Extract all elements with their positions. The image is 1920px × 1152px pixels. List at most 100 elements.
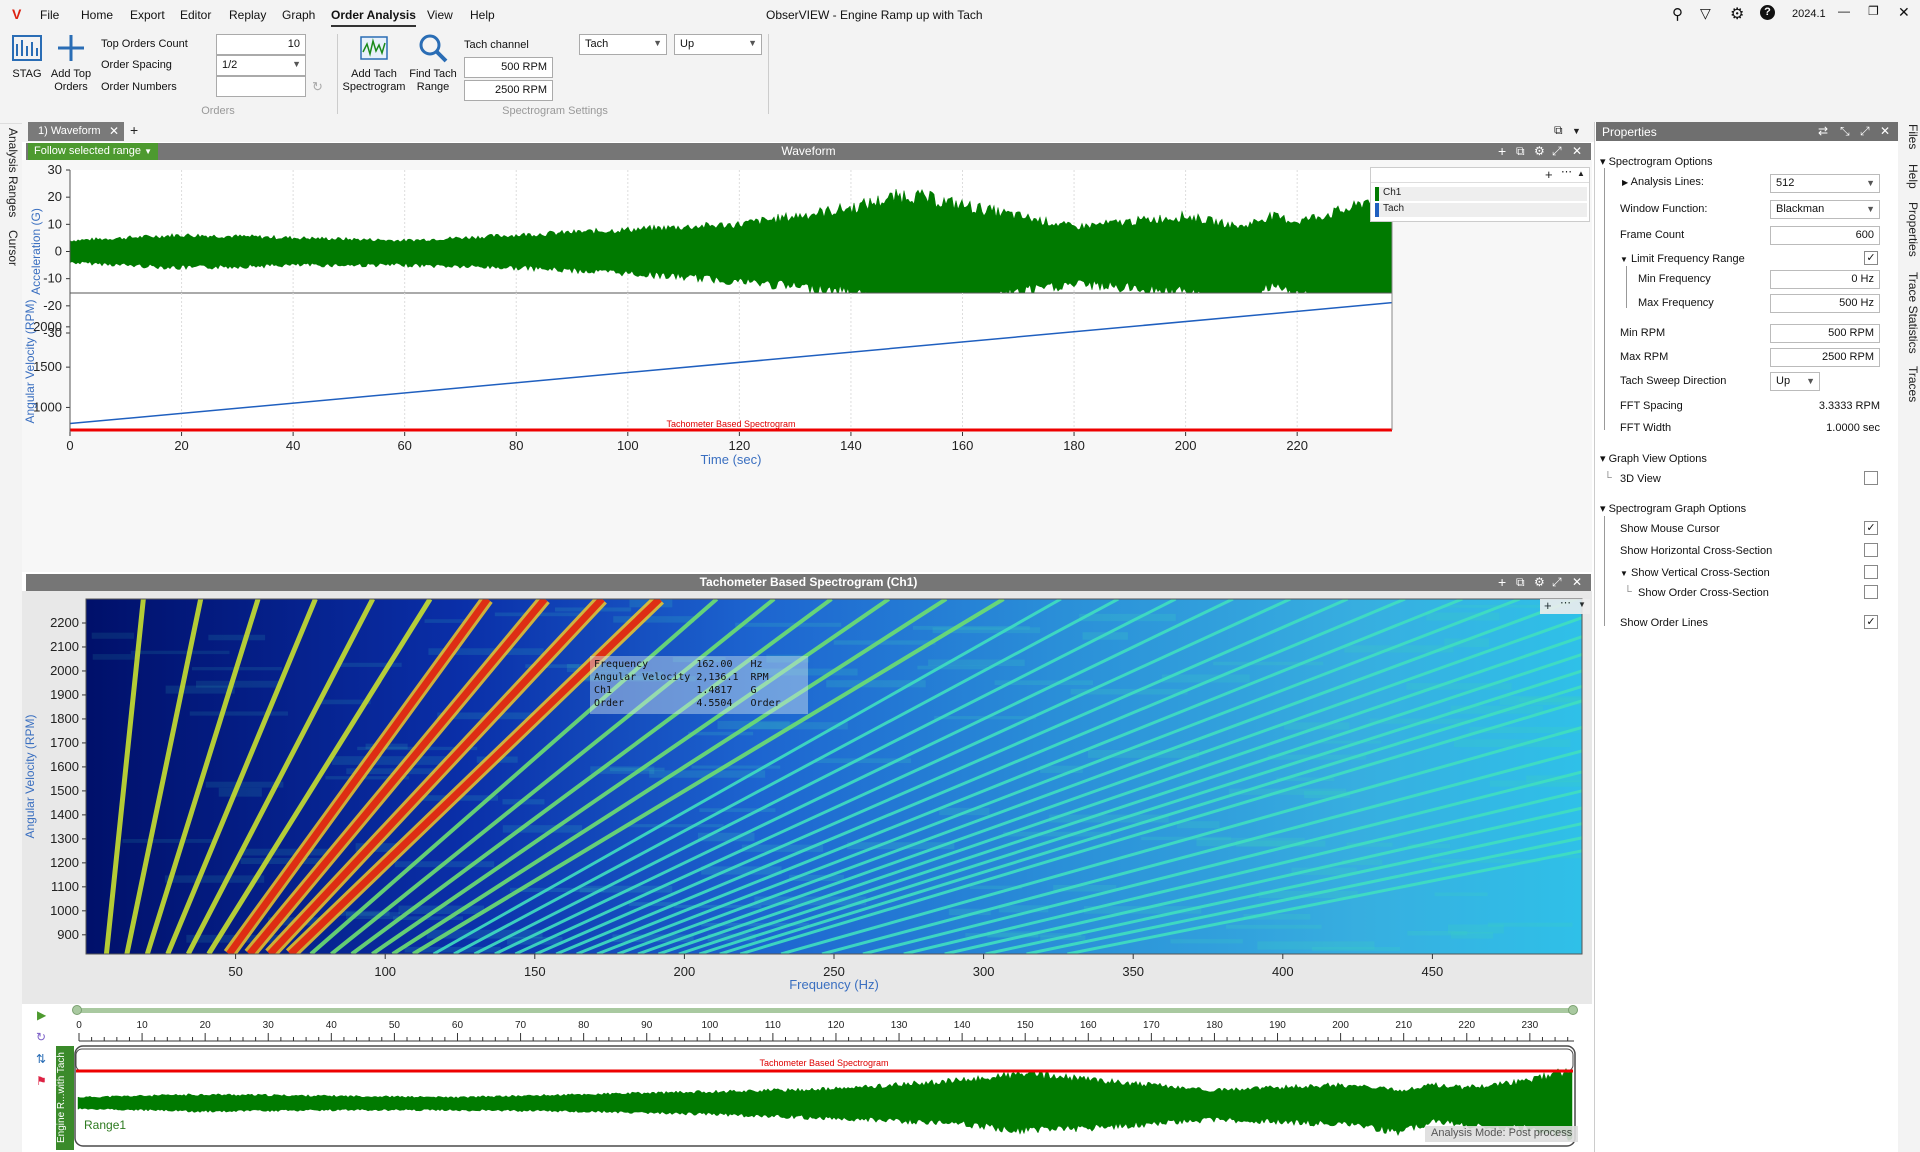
add-icon[interactable]: + xyxy=(1498,144,1506,158)
prop-3d-view-label: 3D View xyxy=(1620,473,1661,485)
section-graph-view-options[interactable]: ▾ Graph View Options xyxy=(1600,452,1707,465)
more-icon[interactable]: ⋯ xyxy=(1561,165,1572,178)
menu-export[interactable]: Export xyxy=(130,8,165,22)
new-window-icon[interactable]: ⧉ xyxy=(1554,123,1563,137)
close-icon[interactable]: ✕ xyxy=(1572,144,1582,158)
close-icon[interactable]: ✕ xyxy=(1880,124,1890,138)
add-icon[interactable]: + xyxy=(1498,575,1506,589)
slider-handle-right[interactable] xyxy=(1568,1005,1578,1015)
orders-group-label: Orders xyxy=(201,105,235,117)
copy-icon[interactable]: ⧉ xyxy=(1516,575,1525,589)
expand-icon[interactable]: ⤢ xyxy=(1552,575,1562,589)
x-tick-label: 20 xyxy=(174,438,188,453)
menu-file[interactable]: File xyxy=(40,8,59,22)
min-freq-input[interactable]: 0 Hz xyxy=(1770,270,1880,289)
frame-count-input[interactable]: 600 xyxy=(1770,226,1880,245)
min-rpm-input[interactable]: 500 RPM xyxy=(464,57,553,78)
legend-item-tach[interactable]: Tach xyxy=(1375,203,1587,217)
add-icon[interactable]: + xyxy=(1545,167,1553,182)
tab-properties[interactable]: Properties xyxy=(1900,202,1920,257)
menu-order-analysis[interactable]: Order Analysis xyxy=(331,8,416,27)
search-icon[interactable]: ⚲ xyxy=(1672,5,1683,23)
find-tach-range-button[interactable]: Find Tach Range xyxy=(408,32,458,94)
markers-icon[interactable]: ⚑ xyxy=(36,1074,47,1088)
gear-icon[interactable]: ⚙ xyxy=(1730,4,1744,24)
section-spectrogram-graph-options[interactable]: ▾ Spectrogram Graph Options xyxy=(1600,502,1746,515)
order-spacing-select[interactable]: 1/2 ▼ xyxy=(216,55,306,76)
menu-replay[interactable]: Replay xyxy=(229,8,266,22)
filter-icon[interactable]: ▽ xyxy=(1700,5,1711,22)
y-tick-label: 1800 xyxy=(50,711,79,726)
copy-icon[interactable]: ⧉ xyxy=(1516,144,1525,158)
tab-cursor[interactable]: Cursor xyxy=(0,230,20,266)
direction-select[interactable]: Up ▼ xyxy=(674,34,762,55)
collapse-icon[interactable]: ⤡ xyxy=(1840,124,1850,139)
show-order-lines-checkbox[interactable]: ✓ xyxy=(1864,615,1878,629)
close-icon[interactable]: ✕ xyxy=(1898,4,1910,21)
max-rpm-input[interactable]: 2500 RPM xyxy=(464,80,553,101)
ruler-label: 70 xyxy=(515,1020,527,1031)
more-icon[interactable]: ⋯ xyxy=(1560,596,1571,609)
show-vcs-checkbox[interactable] xyxy=(1864,565,1878,579)
section-spectrogram-options[interactable]: ▾ Spectrogram Options xyxy=(1600,155,1713,168)
gear-icon[interactable]: ⚙ xyxy=(1534,144,1545,158)
popout-icon[interactable]: ⤢ xyxy=(1860,124,1870,139)
tach-sweep-select[interactable]: Up ▼ xyxy=(1770,372,1820,391)
sync-icon[interactable]: ⇅ xyxy=(36,1052,46,1066)
close-icon[interactable]: ✕ xyxy=(109,124,119,138)
view-3d-checkbox[interactable] xyxy=(1864,471,1878,485)
gear-icon[interactable]: ⚙ xyxy=(1534,575,1545,589)
tach-channel-select[interactable]: Tach ▼ xyxy=(579,34,667,55)
window-function-select[interactable]: Blackman ▼ xyxy=(1770,200,1880,219)
help-icon[interactable]: ? xyxy=(1760,5,1775,20)
menu-help[interactable]: Help xyxy=(470,8,495,22)
magnifier-icon xyxy=(419,34,448,63)
playback-slider[interactable] xyxy=(76,1008,1576,1013)
add-top-orders-button[interactable]: Add Top Orders xyxy=(48,32,94,94)
doc-tab-waveform[interactable]: 1) Waveform ✕ xyxy=(28,122,124,141)
prop-analysis-lines-label[interactable]: ▶ Analysis Lines: xyxy=(1622,176,1704,188)
show-mouse-cursor-checkbox[interactable]: ✓ xyxy=(1864,521,1878,535)
legend-item-ch1[interactable]: Ch1 xyxy=(1375,187,1587,201)
tab-traces[interactable]: Traces xyxy=(1900,366,1920,402)
max-rpm-prop-input[interactable]: 2500 RPM xyxy=(1770,348,1880,367)
chevron-up-icon[interactable]: ▲ xyxy=(1577,169,1585,178)
menu-graph[interactable]: Graph xyxy=(282,8,315,22)
limit-freq-checkbox[interactable]: ✓ xyxy=(1864,251,1878,265)
order-numbers-input[interactable] xyxy=(216,76,306,97)
add-icon[interactable]: + xyxy=(1544,598,1552,613)
show-ocs-checkbox[interactable] xyxy=(1864,585,1878,599)
add-top-orders-label: Add Top Orders xyxy=(50,68,92,93)
refresh-icon[interactable]: ↻ xyxy=(312,79,323,95)
top-orders-count-input[interactable]: 10 xyxy=(216,34,306,55)
prop-show-vcs-label[interactable]: ▼ Show Vertical Cross-Section xyxy=(1620,567,1770,579)
menu-home[interactable]: Home xyxy=(81,8,113,22)
analysis-lines-select[interactable]: 512 ▼ xyxy=(1770,174,1880,193)
noise-patch xyxy=(1257,941,1375,950)
slider-handle-left[interactable] xyxy=(72,1005,82,1015)
swap-icon[interactable]: ⇄ xyxy=(1818,124,1828,138)
follow-range-dropdown[interactable]: Follow selected range ▼ xyxy=(28,143,158,160)
min-rpm-prop-input[interactable]: 500 RPM xyxy=(1770,324,1880,343)
max-freq-input[interactable]: 500 Hz xyxy=(1770,294,1880,313)
restore-icon[interactable]: ❐ xyxy=(1868,4,1879,18)
overview-chart[interactable]: Tachometer Based Spectrogram xyxy=(74,1045,1576,1147)
menu-view[interactable]: View xyxy=(427,8,453,22)
tab-help[interactable]: Help xyxy=(1900,164,1920,189)
chevron-down-icon[interactable]: ▼ xyxy=(1578,600,1586,609)
minimize-icon[interactable]: — xyxy=(1838,4,1850,18)
add-tab-icon[interactable]: + xyxy=(130,123,138,137)
spectrogram-icon xyxy=(360,36,388,60)
tab-analysis-ranges[interactable]: Analysis Ranges xyxy=(0,128,20,217)
spectrogram-chart[interactable]: 900 1000 1100 1200 1300 1400 1500 1600 1700 1800 1… xyxy=(22,591,1592,1004)
show-hcs-checkbox[interactable] xyxy=(1864,543,1878,557)
stag-button[interactable]: STAG xyxy=(8,32,46,81)
close-icon[interactable]: ✕ xyxy=(1572,575,1582,589)
chevron-down-icon[interactable]: ▼ xyxy=(1572,124,1581,138)
tab-files[interactable]: Files xyxy=(1900,124,1920,149)
prop-limit-freq-label[interactable]: ▼ Limit Frequency Range xyxy=(1620,253,1745,265)
add-tach-spectrogram-button[interactable]: Add Tach Spectrogram xyxy=(340,32,408,94)
tab-trace-statistics[interactable]: Trace Statistics xyxy=(1900,272,1920,354)
expand-icon[interactable]: ⤢ xyxy=(1552,144,1562,158)
menu-editor[interactable]: Editor xyxy=(180,8,211,22)
